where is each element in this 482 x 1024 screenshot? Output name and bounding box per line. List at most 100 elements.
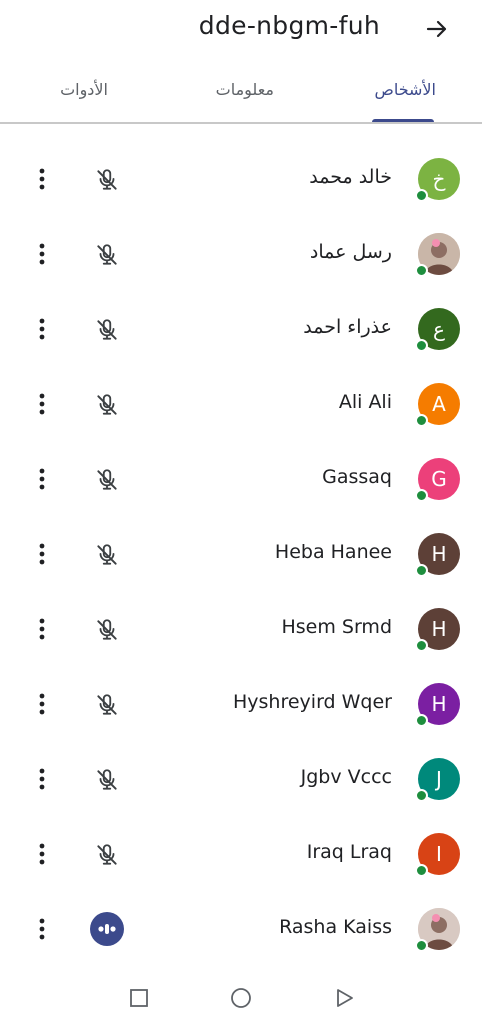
participant-row[interactable]: H Hsem Srmd: [0, 590, 482, 665]
tab-people[interactable]: الأشخاص: [374, 80, 436, 99]
mic-off-icon: [97, 619, 117, 640]
participant-name: Rasha Kaiss: [279, 916, 392, 938]
participant-row[interactable]: H Hyshreyird Wqer: [0, 665, 482, 740]
avatar-initial: J: [436, 767, 442, 791]
participant-row[interactable]: J Jgbv Vccc: [0, 740, 482, 815]
participant-name: Iraq Lraq: [306, 841, 392, 863]
more-vert-icon: [39, 393, 45, 415]
more-options-button[interactable]: [30, 164, 54, 194]
avatar-initial: خ: [432, 167, 446, 191]
participant-name: Jgbv Vccc: [300, 766, 392, 788]
back-nav-button[interactable]: [332, 986, 356, 1010]
back-triangle-icon: [337, 989, 353, 1007]
more-vert-icon: [39, 243, 45, 265]
more-vert-icon: [39, 543, 45, 565]
online-status-dot: [415, 789, 428, 802]
mic-off-icon: [97, 319, 117, 340]
participant-name: Heba Hanee: [274, 541, 392, 563]
participant-name: Ali Ali: [338, 391, 392, 413]
participant-name: عذراء احمد: [303, 316, 392, 338]
mic-muted-button[interactable]: [92, 690, 122, 720]
tab-info[interactable]: معلومات: [216, 80, 274, 99]
more-options-button[interactable]: [30, 539, 54, 569]
participant-row[interactable]: H Heba Hanee: [0, 515, 482, 590]
more-vert-icon: [39, 768, 45, 790]
avatar: H: [415, 608, 460, 652]
avatar: ع: [415, 308, 460, 352]
online-status-dot: [415, 564, 428, 577]
mic-off-icon: [97, 244, 117, 265]
avatar-initial: I: [436, 842, 442, 866]
participant-row[interactable]: خ خالد محمد: [0, 140, 482, 215]
recents-button[interactable]: [127, 986, 151, 1010]
online-status-dot: [415, 264, 428, 277]
avatar: G: [415, 458, 460, 502]
speaking-indicator: [90, 912, 124, 946]
avatar: J: [415, 758, 460, 802]
tab-tools[interactable]: الأدوات: [60, 80, 108, 99]
mic-muted-button[interactable]: [92, 840, 122, 870]
more-options-button[interactable]: [30, 389, 54, 419]
more-options-button[interactable]: [30, 239, 54, 269]
participant-row[interactable]: ع عذراء احمد: [0, 290, 482, 365]
arrow-right-icon: [426, 20, 447, 38]
mic-off-icon: [97, 394, 117, 415]
mic-off-icon: [97, 694, 117, 715]
top-app-bar: dde-nbgm-fuh: [0, 0, 482, 60]
tabs-divider: [0, 122, 482, 124]
participant-row[interactable]: G Gassaq: [0, 440, 482, 515]
mic-muted-button[interactable]: [92, 540, 122, 570]
more-options-button[interactable]: [30, 914, 54, 944]
avatar-initial: A: [432, 392, 446, 416]
avatar-initial: H: [431, 692, 447, 716]
mic-muted-button[interactable]: [92, 765, 122, 795]
more-vert-icon: [39, 693, 45, 715]
avatar-initial: H: [431, 617, 447, 641]
avatar: H: [415, 533, 460, 577]
more-vert-icon: [39, 468, 45, 490]
participant-name: خالد محمد: [309, 166, 392, 188]
system-navigation-bar: [0, 972, 482, 1024]
participant-row[interactable]: رسل عماد: [0, 215, 482, 290]
online-status-dot: [415, 714, 428, 727]
online-status-dot: [415, 489, 428, 502]
more-options-button[interactable]: [30, 839, 54, 869]
more-options-button[interactable]: [30, 764, 54, 794]
more-options-button[interactable]: [30, 464, 54, 494]
back-button[interactable]: [422, 14, 452, 44]
participant-row[interactable]: I Iraq Lraq: [0, 815, 482, 890]
more-vert-icon: [39, 918, 45, 940]
online-status-dot: [415, 339, 428, 352]
mic-off-icon: [97, 844, 117, 865]
avatar: I: [415, 833, 460, 877]
mic-muted-button[interactable]: [92, 615, 122, 645]
mic-muted-button[interactable]: [92, 465, 122, 495]
home-button[interactable]: [229, 986, 253, 1010]
more-options-button[interactable]: [30, 314, 54, 344]
avatar: خ: [415, 158, 460, 202]
mic-off-icon: [97, 169, 117, 190]
more-vert-icon: [39, 318, 45, 340]
online-status-dot: [415, 939, 428, 952]
participant-row[interactable]: A Ali Ali: [0, 365, 482, 440]
mic-muted-button[interactable]: [92, 240, 122, 270]
participant-name: Hyshreyird Wqer: [232, 691, 392, 713]
tab-bar: الأشخاص معلومات الأدوات: [0, 60, 482, 124]
online-status-dot: [415, 639, 428, 652]
more-options-button[interactable]: [30, 689, 54, 719]
avatar-photo: [415, 233, 460, 277]
mic-muted-button[interactable]: [92, 315, 122, 345]
online-status-dot: [415, 189, 428, 202]
avatar-photo: [415, 908, 460, 952]
online-status-dot: [415, 414, 428, 427]
participant-row[interactable]: Rasha Kaiss: [0, 890, 482, 965]
participant-name: رسل عماد: [309, 241, 392, 263]
participant-name: Gassaq: [322, 466, 392, 488]
more-options-button[interactable]: [30, 614, 54, 644]
avatar-initial: ع: [433, 317, 445, 341]
mic-off-icon: [97, 544, 117, 565]
meeting-code-title: dde-nbgm-fuh: [198, 11, 380, 40]
participant-name: Hsem Srmd: [281, 616, 392, 638]
mic-muted-button[interactable]: [92, 165, 122, 195]
mic-muted-button[interactable]: [92, 390, 122, 420]
